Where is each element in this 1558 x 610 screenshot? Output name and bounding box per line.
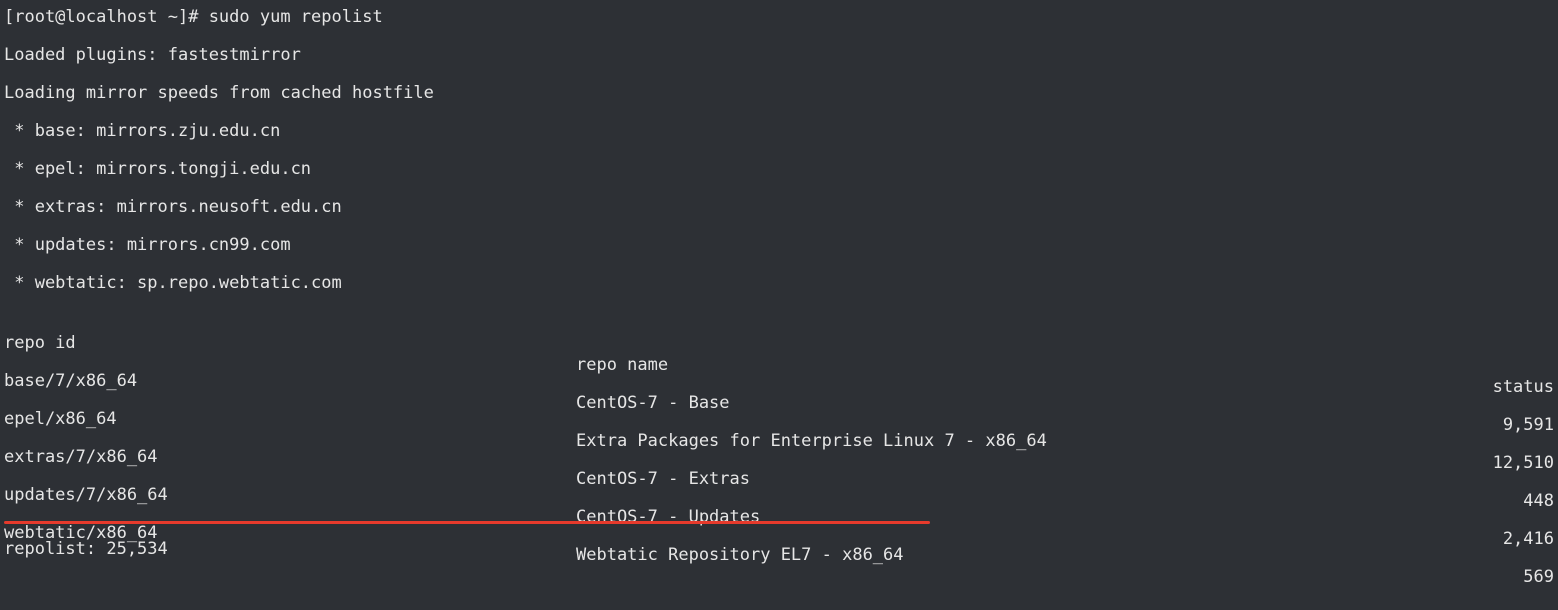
mirror-line-base: * base: mirrors.zju.edu.cn <box>4 121 281 141</box>
table-row-highlighted: webtatic/x86_64 Webtatic Repository EL7 … <box>0 500 1558 587</box>
mirror-line-webtatic: * webtatic: sp.repo.webtatic.com <box>4 273 342 293</box>
mirror-line-epel: * epel: mirrors.tongji.edu.cn <box>4 159 312 179</box>
table-row: base/7/x86_64 CentOS-7 - Base 9,591 <box>0 348 1558 435</box>
table-row: epel/x86_64 Extra Packages for Enterpris… <box>0 386 1558 473</box>
repo-name-cell: Webtatic Repository EL7 - x86_64 <box>576 545 904 565</box>
mirror-line-updates: * updates: mirrors.cn99.com <box>4 235 291 255</box>
table-row: updates/7/x86_64 CentOS-7 - Updates 2,41… <box>0 462 1558 549</box>
table-row: extras/7/x86_64 CentOS-7 - Extras 448 <box>0 424 1558 511</box>
command-prompt-line: [root@localhost ~]# sudo yum repolist <box>4 7 383 27</box>
repo-table-header: repo id repo name status <box>0 310 1558 397</box>
repolist-summary-line: repolist: 25,534 <box>4 539 168 559</box>
mirror-speeds-line: Loading mirror speeds from cached hostfi… <box>4 83 434 103</box>
highlight-underline <box>4 521 930 524</box>
repo-status-cell: 569 <box>1523 567 1554 587</box>
terminal-output[interactable]: [root@localhost ~]# sudo yum repolist Lo… <box>0 0 1558 587</box>
mirror-line-extras: * extras: mirrors.neusoft.edu.cn <box>4 197 342 217</box>
loaded-plugins-line: Loaded plugins: fastestmirror <box>4 45 301 65</box>
repo-status-cell: 2,416 <box>1502 529 1554 549</box>
